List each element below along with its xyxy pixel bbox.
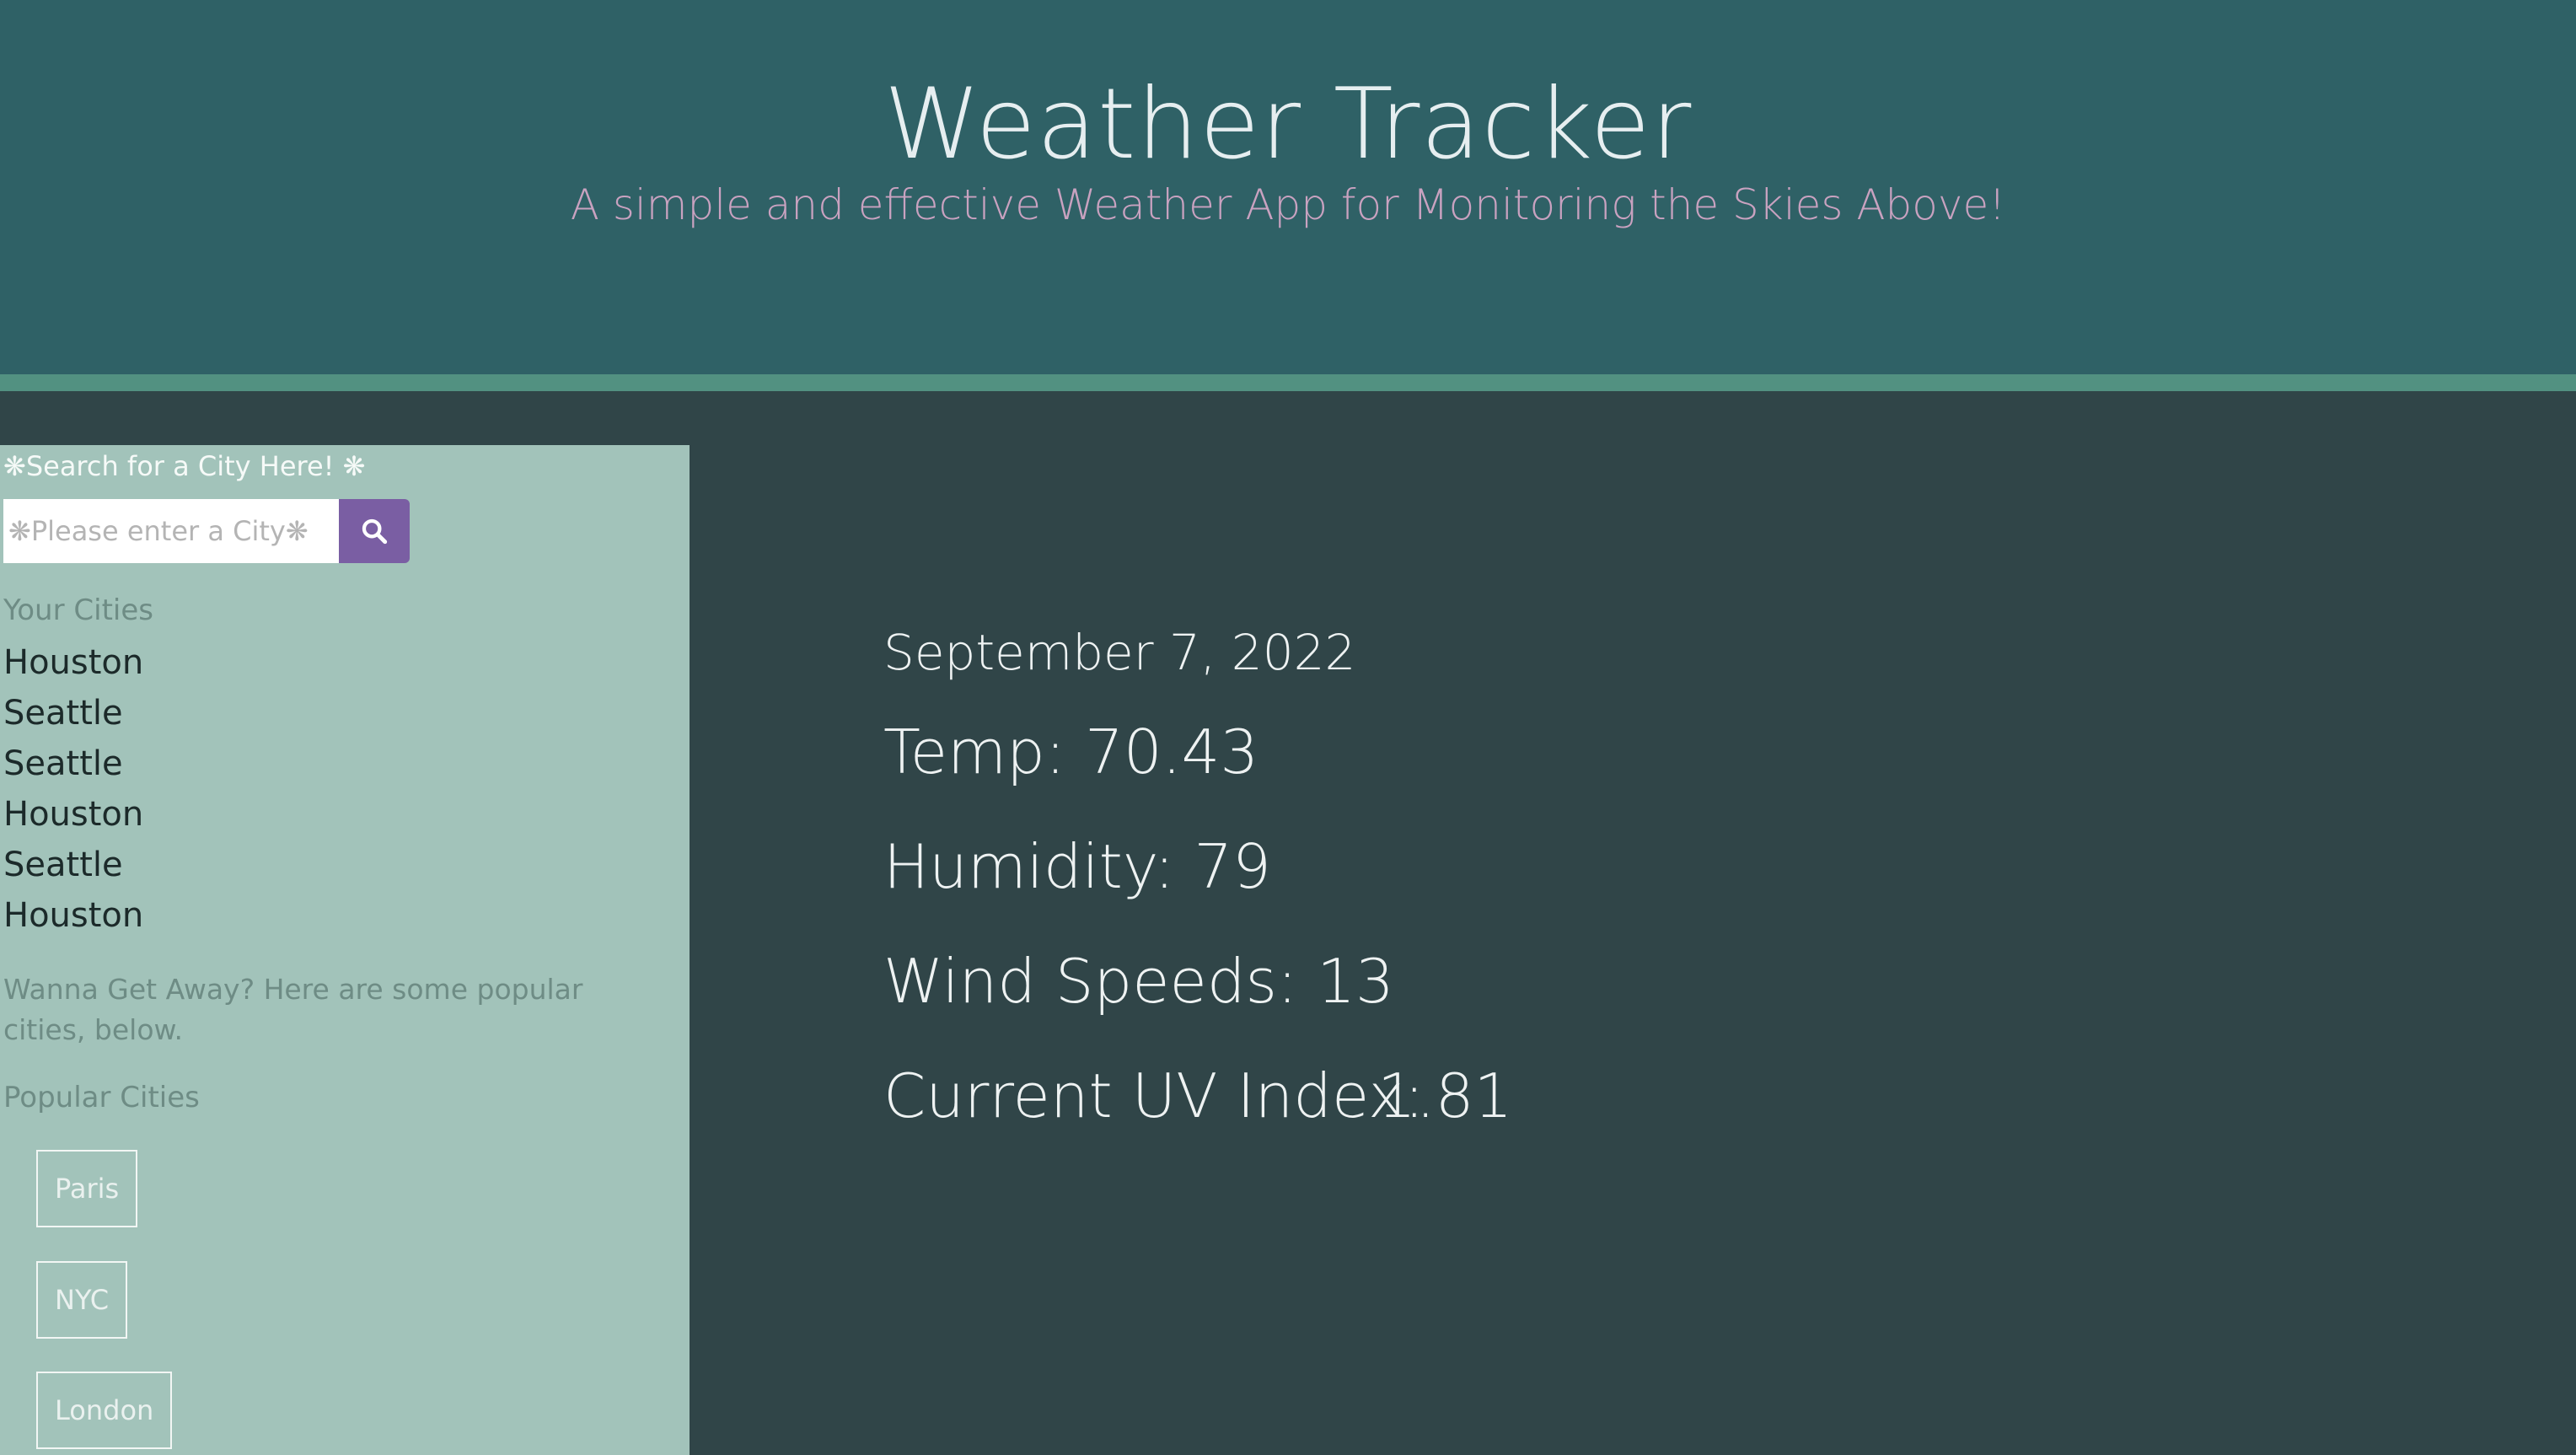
page-subtitle: A simple and effective Weather App for M…	[570, 180, 2006, 229]
search-label: ❋Search for a City Here! ❋	[3, 450, 366, 482]
saved-city-item[interactable]: Houston	[3, 894, 143, 944]
popular-city-button-london[interactable]: London	[36, 1372, 173, 1449]
wind-readout: Wind Speeds: 13	[883, 946, 1394, 1017]
forecast-date: September 7, 2022	[883, 624, 1356, 681]
saved-city-item[interactable]: Seattle	[3, 691, 143, 742]
popular-cities-label: Popular Cities	[3, 1081, 200, 1114]
uv-index-value: 1.81	[1377, 1060, 1513, 1131]
popular-city-button-paris[interactable]: Paris	[36, 1150, 138, 1227]
header-divider	[0, 374, 2576, 391]
saved-city-item[interactable]: Houston	[3, 792, 143, 843]
search-icon	[360, 517, 389, 545]
saved-city-item[interactable]: Seattle	[3, 742, 143, 792]
saved-city-item[interactable]: Houston	[3, 641, 143, 691]
saved-cities-list: Houston Seattle Seattle Houston Seattle …	[3, 641, 143, 944]
search-button[interactable]	[339, 499, 410, 563]
temp-readout: Temp: 70.43	[883, 717, 1259, 787]
humidity-readout: Humidity: 79	[883, 831, 1271, 902]
getaway-text: Wanna Get Away? Here are some popular ci…	[3, 973, 583, 1046]
page-title: Weather Tracker	[883, 67, 1693, 181]
your-cities-label: Your Cities	[3, 593, 153, 627]
search-input[interactable]	[3, 499, 339, 563]
popular-city-button-nyc[interactable]: NYC	[36, 1261, 128, 1339]
uv-index-label: Current UV Index:	[883, 1060, 1425, 1131]
saved-city-item[interactable]: Seattle	[3, 843, 143, 894]
page-header: Weather Tracker A simple and effective W…	[0, 0, 2576, 374]
